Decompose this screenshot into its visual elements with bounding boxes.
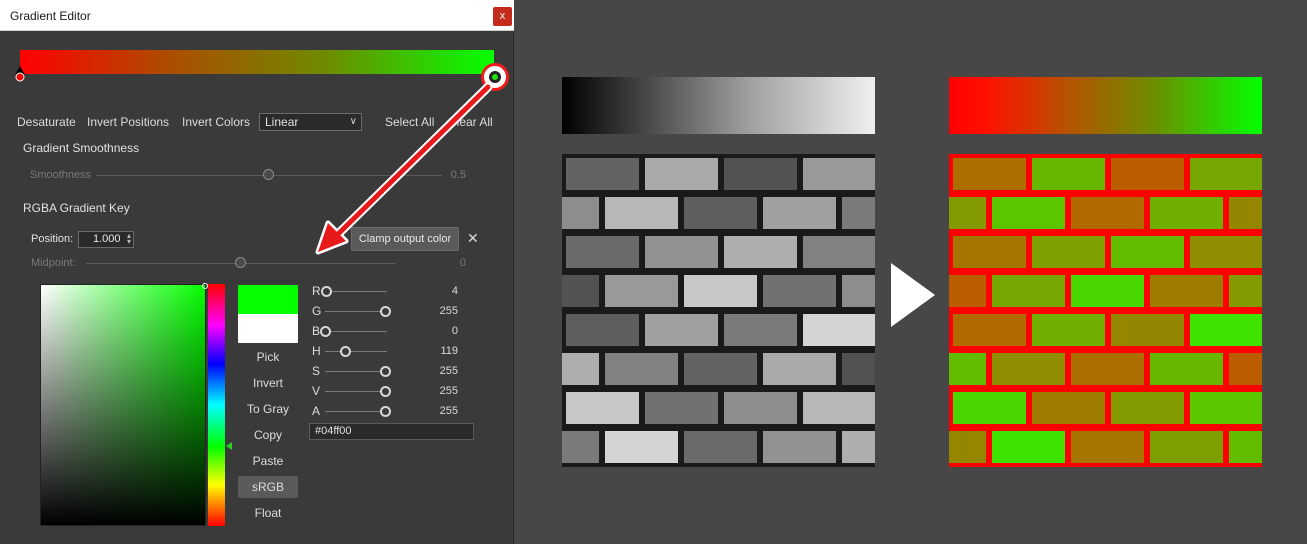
- grayscale-gradient-preview: [562, 77, 875, 134]
- arrow-right-icon: [891, 263, 935, 327]
- brick-texture-before: [562, 154, 875, 467]
- brick-texture-after: [949, 154, 1262, 467]
- color-gradient-preview: [949, 77, 1262, 134]
